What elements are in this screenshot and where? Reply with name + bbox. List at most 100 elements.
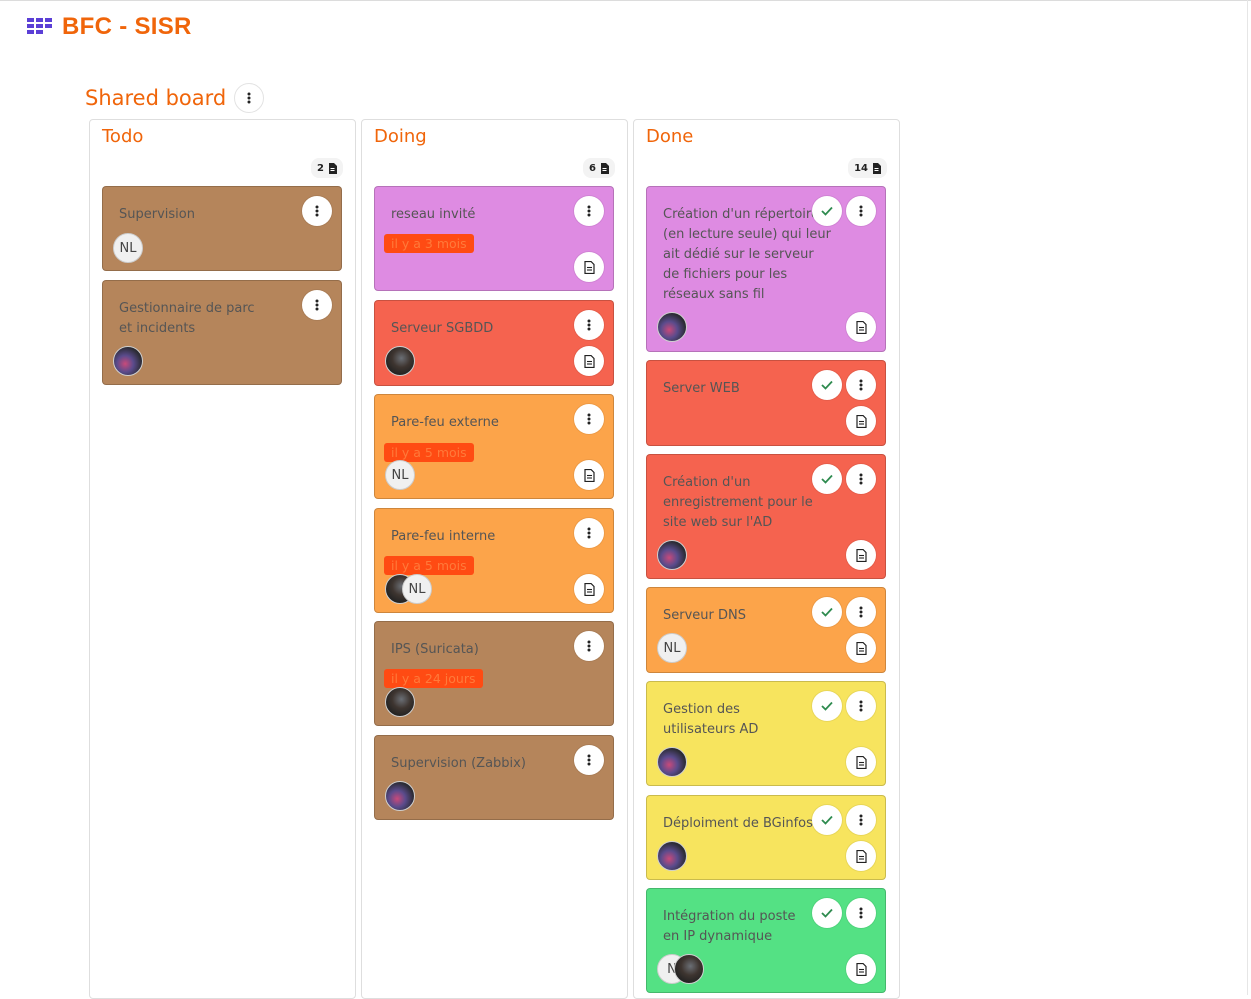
- due-date-badge: il y a 5 mois: [384, 556, 474, 575]
- document-icon: [583, 354, 595, 368]
- card[interactable]: Serveur SGBDD: [374, 300, 614, 386]
- card[interactable]: Gestionnaire de parc et incidents: [102, 280, 342, 385]
- card-menu-button[interactable]: [846, 196, 876, 226]
- card-title: Déploiment de BGinfos: [663, 816, 813, 831]
- card-menu-button[interactable]: [846, 464, 876, 494]
- dots-vertical-icon: [587, 754, 591, 766]
- card[interactable]: Gestion des utilisateurs AD: [646, 681, 886, 786]
- dots-vertical-icon: [587, 640, 591, 652]
- mark-done-button[interactable]: [812, 691, 842, 721]
- card-notes-button[interactable]: [846, 954, 876, 984]
- card-menu-button[interactable]: [846, 370, 876, 400]
- card-title: Pare-feu externe: [391, 415, 499, 430]
- avatar[interactable]: NL: [657, 633, 687, 663]
- card-notes-button[interactable]: [846, 406, 876, 436]
- app-title[interactable]: BFC - SISR: [62, 13, 192, 41]
- card-title: Supervision (Zabbix): [391, 756, 526, 771]
- mark-done-button[interactable]: [812, 898, 842, 928]
- avatar[interactable]: [657, 841, 687, 871]
- avatar[interactable]: NL: [113, 233, 143, 263]
- avatar[interactable]: [674, 954, 704, 984]
- card-notes-button[interactable]: [574, 574, 604, 604]
- right-divider: [1247, 0, 1248, 995]
- card-notes-button[interactable]: [574, 252, 604, 282]
- card-title: Gestion des utilisateurs AD: [663, 702, 759, 737]
- document-icon: [583, 468, 595, 482]
- dots-vertical-icon: [315, 299, 319, 311]
- card[interactable]: Supervision NL: [102, 186, 342, 271]
- card-title: Création d'un répertoire (en lecture seu…: [663, 207, 831, 302]
- column-title: Doing: [374, 126, 427, 147]
- card[interactable]: Server WEB: [646, 360, 886, 446]
- card-menu-button[interactable]: [846, 898, 876, 928]
- card-menu-button[interactable]: [302, 290, 332, 320]
- dots-vertical-icon: [859, 814, 863, 826]
- mark-done-button[interactable]: [812, 196, 842, 226]
- card[interactable]: IPS (Suricata) il y a 24 jours: [374, 621, 614, 726]
- card[interactable]: Pare-feu interne il y a 5 mois NL: [374, 508, 614, 613]
- card[interactable]: Intégration du poste en IP dynamique N: [646, 888, 886, 993]
- document-icon: [855, 849, 867, 863]
- card-menu-button[interactable]: [574, 404, 604, 434]
- card-notes-button[interactable]: [846, 540, 876, 570]
- card-count: 2: [317, 162, 324, 174]
- top-divider: [0, 0, 1251, 1]
- due-date-badge: il y a 3 mois: [384, 234, 474, 253]
- card[interactable]: Création d'un enregistrement pour le sit…: [646, 454, 886, 579]
- card-notes-button[interactable]: [846, 633, 876, 663]
- board-title: Shared board: [85, 86, 227, 110]
- card[interactable]: Déploiment de BGinfos: [646, 795, 886, 880]
- column-todo: Todo 2 Supervision NL Gestionnaire de pa…: [89, 119, 356, 999]
- card-menu-button[interactable]: [846, 597, 876, 627]
- card-title: reseau invité: [391, 207, 476, 222]
- dots-vertical-icon: [587, 319, 591, 331]
- card[interactable]: Pare-feu externe il y a 5 mois NL: [374, 394, 614, 499]
- mark-done-button[interactable]: [812, 464, 842, 494]
- card-count-badge: 14: [848, 158, 887, 178]
- avatar[interactable]: [385, 346, 415, 376]
- card-notes-button[interactable]: [574, 460, 604, 490]
- avatar[interactable]: [385, 687, 415, 717]
- check-icon: [821, 607, 833, 617]
- card[interactable]: Supervision (Zabbix): [374, 735, 614, 820]
- mark-done-button[interactable]: [812, 805, 842, 835]
- card-title: Server WEB: [663, 381, 740, 396]
- card-count: 6: [589, 162, 596, 174]
- avatar[interactable]: [657, 747, 687, 777]
- card-menu-button[interactable]: [574, 310, 604, 340]
- card-notes-button[interactable]: [574, 346, 604, 376]
- card-title: Serveur DNS: [663, 608, 746, 623]
- mark-done-button[interactable]: [812, 370, 842, 400]
- dots-vertical-icon: [859, 205, 863, 217]
- document-icon: [855, 962, 867, 976]
- card-menu-button[interactable]: [574, 631, 604, 661]
- card[interactable]: Création d'un répertoire (en lecture seu…: [646, 186, 886, 352]
- app-header: BFC - SISR: [27, 12, 192, 42]
- card-notes-button[interactable]: [846, 312, 876, 342]
- avatar[interactable]: [113, 346, 143, 376]
- avatar[interactable]: [657, 312, 687, 342]
- card[interactable]: Serveur DNS NL: [646, 587, 886, 673]
- card-menu-button[interactable]: [574, 196, 604, 226]
- card-menu-button[interactable]: [846, 805, 876, 835]
- avatar[interactable]: NL: [402, 574, 432, 604]
- avatar[interactable]: NL: [385, 460, 415, 490]
- card-notes-button[interactable]: [846, 747, 876, 777]
- card-title: Intégration du poste en IP dynamique: [663, 909, 796, 944]
- document-icon: [855, 548, 867, 562]
- card-menu-button[interactable]: [574, 745, 604, 775]
- check-icon: [821, 206, 833, 216]
- dots-vertical-icon: [859, 473, 863, 485]
- board-menu-button[interactable]: [234, 83, 265, 113]
- mark-done-button[interactable]: [812, 597, 842, 627]
- card-menu-button[interactable]: [302, 196, 332, 226]
- card-title: IPS (Suricata): [391, 642, 479, 657]
- card-menu-button[interactable]: [846, 691, 876, 721]
- card[interactable]: reseau invité il y a 3 mois: [374, 186, 614, 291]
- card-notes-button[interactable]: [846, 841, 876, 871]
- document-icon: [873, 162, 881, 174]
- document-icon: [855, 414, 867, 428]
- avatar[interactable]: [385, 781, 415, 811]
- avatar[interactable]: [657, 540, 687, 570]
- card-menu-button[interactable]: [574, 518, 604, 548]
